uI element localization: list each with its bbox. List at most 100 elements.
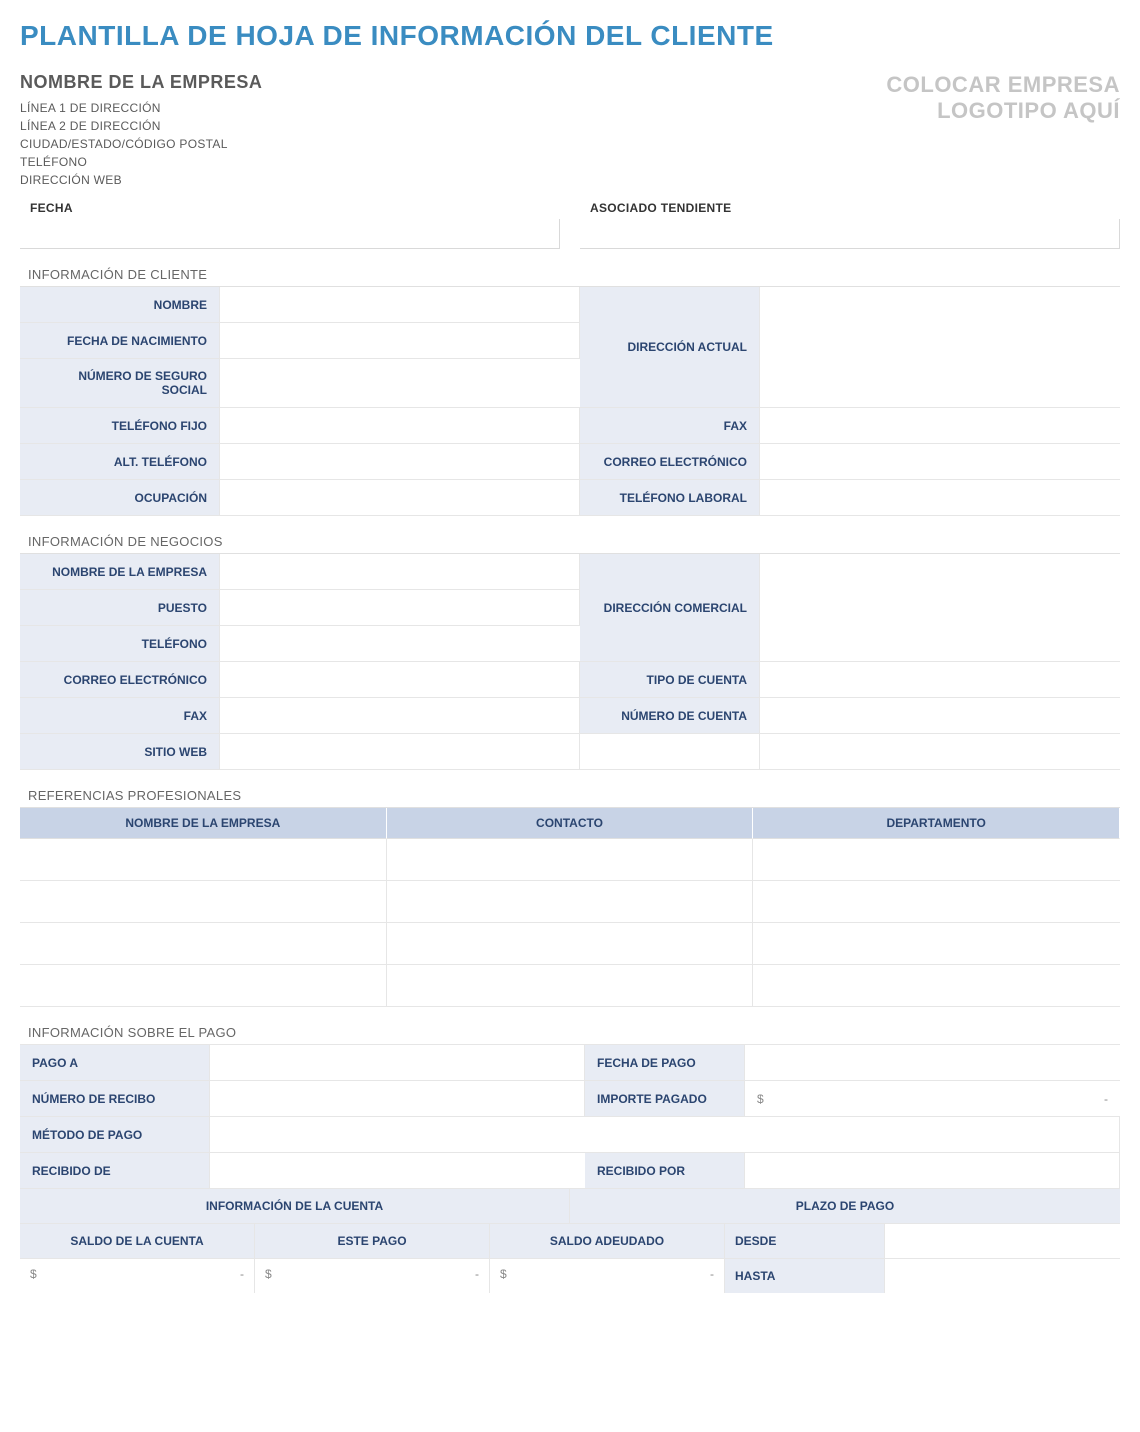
biz-accttype-input[interactable] [760,662,1120,698]
client-name-label: NOMBRE [20,287,220,323]
from-label: DESDE [725,1223,885,1258]
ref-row-2-company[interactable] [20,881,387,923]
biz-acctnum-label: NÚMERO DE CUENTA [580,698,760,734]
biz-fax-label: FAX [20,698,220,734]
money-prefix: $ [30,1267,37,1285]
to-input[interactable] [885,1258,1120,1293]
received-from-label: RECIBIDO DE [20,1152,210,1188]
client-altphone-label: ALT. TELÉFONO [20,444,220,480]
client-landline-input[interactable] [220,408,580,444]
section-references: REFERENCIAS PROFESIONALES [28,788,1120,803]
account-info-header: INFORMACIÓN DE LA CUENTA [20,1188,570,1223]
biz-address-label: DIRECCIÓN COMERCIAL [580,554,760,662]
biz-email-input[interactable] [220,662,580,698]
associate-input[interactable] [580,219,1120,249]
company-address-2: LÍNEA 2 DE DIRECCIÓN [20,119,886,133]
client-altphone-input[interactable] [220,444,580,480]
ref-row-1-company[interactable] [20,839,387,881]
ref-row-4-contact[interactable] [387,965,754,1007]
client-fax-input[interactable] [760,408,1120,444]
client-landline-label: TELÉFONO FIJO [20,408,220,444]
received-by-label: RECIBIDO POR [585,1152,745,1188]
biz-company-input[interactable] [220,554,580,590]
references-table: NOMBRE DE LA EMPRESA CONTACTO DEPARTAMEN… [20,807,1120,1007]
balance-label: SALDO DE LA CUENTA [20,1223,255,1258]
pay-to-label: PAGO A [20,1044,210,1080]
ref-row-1-department[interactable] [753,839,1120,881]
biz-company-label: NOMBRE DE LA EMPRESA [20,554,220,590]
biz-fax-input[interactable] [220,698,580,734]
biz-phone-label: TELÉFONO [20,626,220,662]
from-input[interactable] [885,1223,1120,1258]
client-occupation-input[interactable] [220,480,580,516]
client-dob-input[interactable] [220,323,580,359]
client-workphone-input[interactable] [760,480,1120,516]
amount-paid-prefix: $ [757,1092,764,1106]
client-ssn-label: NÚMERO DE SEGURO SOCIAL [20,359,220,408]
money-suffix: - [475,1267,479,1285]
ref-row-2-contact[interactable] [387,881,754,923]
client-email-input[interactable] [760,444,1120,480]
ref-hdr-contact: CONTACTO [387,808,754,839]
date-input[interactable] [20,219,560,249]
biz-address-input[interactable] [760,554,1120,662]
ref-hdr-department: DEPARTAMENTO [753,808,1120,839]
logo-line-1: COLOCAR EMPRESA [886,72,1120,98]
biz-accttype-label: TIPO DE CUENTA [580,662,760,698]
biz-position-input[interactable] [220,590,580,626]
biz-website-input[interactable] [220,734,580,770]
ref-row-4-department[interactable] [753,965,1120,1007]
company-phone: TELÉFONO [20,155,886,169]
ref-hdr-company: NOMBRE DE LA EMPRESA [20,808,387,839]
amount-paid-input[interactable]: $ - [745,1080,1120,1116]
owed-input[interactable]: $ - [490,1258,725,1293]
business-info-grid: NOMBRE DE LA EMPRESA DIRECCIÓN COMERCIAL… [20,553,1120,770]
biz-blank-1 [580,734,760,770]
ref-row-4-company[interactable] [20,965,387,1007]
received-by-input[interactable] [745,1152,1120,1188]
payment-term-header: PLAZO DE PAGO [570,1188,1120,1223]
company-address-1: LÍNEA 1 DE DIRECCIÓN [20,101,886,115]
biz-position-label: PUESTO [20,590,220,626]
biz-email-label: CORREO ELECTRÓNICO [20,662,220,698]
biz-blank-2 [760,734,1120,770]
money-prefix: $ [500,1267,507,1285]
ref-row-3-company[interactable] [20,923,387,965]
amount-paid-suffix: - [1104,1092,1108,1106]
payment-subheaders: INFORMACIÓN DE LA CUENTA PLAZO DE PAGO [20,1188,1120,1223]
money-prefix: $ [265,1267,272,1285]
receipt-no-input[interactable] [210,1080,585,1116]
client-email-label: CORREO ELECTRÓNICO [580,444,760,480]
pay-to-input[interactable] [210,1044,585,1080]
client-address-input[interactable] [760,287,1120,408]
client-name-input[interactable] [220,287,580,323]
pay-date-label: FECHA DE PAGO [585,1044,745,1080]
ref-row-3-contact[interactable] [387,923,754,965]
owed-label: SALDO ADEUDADO [490,1223,725,1258]
pay-date-input[interactable] [745,1044,1120,1080]
account-values-row: $ - $ - $ - HASTA [20,1258,1120,1293]
client-address-label: DIRECCIÓN ACTUAL [580,287,760,408]
associate-label: ASOCIADO TENDIENTE [590,201,1120,215]
company-city-state-zip: CIUDAD/ESTADO/CÓDIGO POSTAL [20,137,886,151]
ref-row-2-department[interactable] [753,881,1120,923]
ref-row-1-contact[interactable] [387,839,754,881]
this-payment-label: ESTE PAGO [255,1223,490,1258]
logo-line-2: LOGOTIPO AQUÍ [886,98,1120,124]
this-payment-input[interactable]: $ - [255,1258,490,1293]
client-ssn-input[interactable] [220,359,580,408]
balance-input[interactable]: $ - [20,1258,255,1293]
received-from-input[interactable] [210,1152,585,1188]
date-label: FECHA [30,201,560,215]
biz-phone-input[interactable] [220,626,580,662]
method-label: MÉTODO DE PAGO [20,1116,210,1152]
client-fax-label: FAX [580,408,760,444]
method-input[interactable] [210,1116,1120,1152]
money-suffix: - [240,1267,244,1285]
money-suffix: - [710,1267,714,1285]
ref-row-3-department[interactable] [753,923,1120,965]
header-block: NOMBRE DE LA EMPRESA LÍNEA 1 DE DIRECCIÓ… [20,72,1120,191]
biz-acctnum-input[interactable] [760,698,1120,734]
company-name: NOMBRE DE LA EMPRESA [20,72,886,93]
client-occupation-label: OCUPACIÓN [20,480,220,516]
